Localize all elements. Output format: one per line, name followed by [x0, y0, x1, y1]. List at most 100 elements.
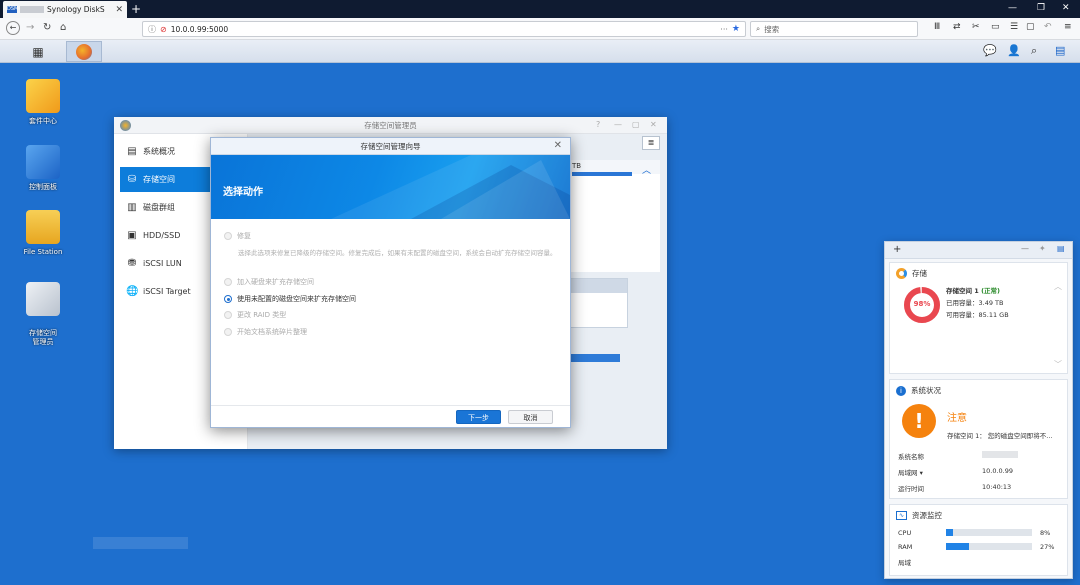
search-box[interactable]: ⌕ 搜索 — [750, 21, 918, 37]
pin-icon[interactable]: ✦ — [1039, 244, 1046, 253]
close-icon[interactable]: ✕ — [554, 140, 562, 151]
option-label: 修复 — [237, 232, 251, 240]
desktop-icon-file-station[interactable]: File Station — [13, 210, 73, 257]
notification-icon[interactable]: 💬 — [983, 44, 997, 57]
radio-add-disk[interactable] — [224, 278, 232, 286]
disk-group-icon: ▥ — [127, 202, 137, 213]
pocket-icon[interactable]: ▢ — [1026, 22, 1035, 32]
browser-tab[interactable]: DSM Synology DiskS ✕ — [3, 1, 127, 18]
insecure-lock-icon: ⊘ — [160, 24, 167, 34]
desktop-icon-label: File Station — [23, 248, 63, 256]
option-defrag[interactable]: 开始文档系统碎片整理 — [224, 327, 307, 337]
desktop-icon-package-center[interactable]: 套件中心 — [13, 79, 73, 126]
sidebar-item-label: 系统概况 — [143, 147, 175, 156]
folder-icon — [26, 210, 60, 244]
system-status-title: i 系统状况 — [896, 385, 941, 396]
option-expand-unallocated[interactable]: 使用未配置的磁盘空间来扩充存储空间 — [224, 294, 356, 304]
maximize-icon[interactable]: ▢ — [632, 120, 640, 129]
address-bar[interactable]: ⓘ ⊘ 10.0.0.99:5000 ··· ★ — [142, 21, 746, 37]
screenshot-icon[interactable]: ✂ — [972, 22, 980, 32]
storage-wizard-dialog: 存储空间管理向导 ✕ 选择动作 修复 选择此选项来修复已降级的存储空间。修复完成… — [210, 137, 571, 428]
storage-widget-title: 存储 — [896, 268, 927, 279]
iscsi-target-icon: 🌐 — [126, 286, 139, 297]
next-button[interactable]: 下一步 — [456, 410, 501, 424]
radio-change-raid[interactable] — [224, 311, 232, 319]
used-value: 3.49 TB — [978, 299, 1004, 307]
usage-percent: 98% — [913, 300, 931, 308]
resource-monitor-title: ∿ 资源监控 — [896, 510, 942, 521]
home-icon[interactable]: ⌂ — [60, 21, 66, 35]
undo-icon[interactable]: ↶ — [1044, 22, 1052, 32]
user-icon[interactable]: 👤 — [1007, 44, 1021, 57]
minimize-window-button[interactable]: — — [1008, 3, 1017, 13]
option-change-raid[interactable]: 更改 RAID 类型 — [224, 310, 286, 320]
control-panel-icon — [26, 145, 60, 179]
collapse-icon[interactable]: ︿ — [642, 163, 651, 176]
uptime-label: 运行时间 — [898, 485, 924, 493]
sidebar-icon[interactable]: ▭ — [991, 22, 1000, 32]
reload-icon[interactable]: ↻ — [43, 21, 51, 35]
blurred-tab-text — [20, 6, 44, 13]
option-add-disk[interactable]: 加入硬盘来扩充存储空间 — [224, 277, 314, 287]
hdd-icon: ▣ — [127, 230, 137, 241]
sidebar-item-label: 存储空间 — [143, 175, 175, 184]
page-actions-icon[interactable]: ··· — [720, 25, 728, 34]
repair-description: 选择此选项来修复已降级的存储空间。修复完成后，如果有未配置的磁盘空间，系统会自动… — [238, 249, 557, 257]
radio-repair[interactable] — [224, 232, 232, 240]
storage-manager-icon — [76, 43, 92, 60]
storage-icon — [896, 268, 907, 279]
menu-icon[interactable]: ≡ — [1064, 22, 1072, 32]
cancel-button[interactable]: 取消 — [508, 410, 553, 424]
add-widget-icon[interactable]: + — [893, 244, 901, 255]
close-window-button[interactable]: ✕ — [1062, 3, 1070, 13]
available-value: 85.11 GB — [978, 311, 1009, 319]
info-icon: i — [896, 385, 906, 396]
sidebar-item-label: iSCSI LUN — [143, 259, 182, 268]
banner-graphic — [331, 155, 570, 219]
tab-title: Synology DiskS — [47, 5, 105, 14]
lan-label[interactable]: 局域网 ▾ — [898, 467, 923, 477]
url-text[interactable]: 10.0.0.99:5000 — [171, 25, 717, 34]
desktop-icon-label: 控制面板 — [29, 183, 57, 191]
capacity-text: TB — [572, 162, 582, 170]
reader-icon[interactable]: ☰ — [1010, 22, 1018, 32]
desktop-icon-storage-manager[interactable]: 存储空间 管理员 — [13, 273, 73, 356]
option-label: 使用未配置的磁盘空间来扩充存储空间 — [237, 295, 356, 303]
disk-table-header — [571, 279, 627, 293]
library-icon[interactable]: Ⅲ — [934, 22, 940, 32]
minimize-icon[interactable]: — — [614, 120, 622, 129]
watermark: 值 什么值得买 — [912, 540, 1072, 574]
taskbar-app-storage-manager[interactable] — [66, 41, 102, 62]
forward-icon[interactable]: → — [26, 21, 34, 35]
radio-defrag[interactable] — [224, 328, 232, 336]
main-menu-button[interactable]: ▦ — [20, 41, 56, 62]
close-tab-icon[interactable]: ✕ — [115, 5, 123, 15]
status-message: 存储空间 1： 您的磁盘空间即将不... — [947, 432, 1053, 440]
system-name-label: 系统名称 — [898, 453, 924, 461]
desktop-icon-label: 套件中心 — [29, 117, 57, 125]
wizard-title: 存储空间管理向导 — [211, 138, 570, 155]
bookmark-star-icon[interactable]: ★ — [732, 24, 740, 34]
option-repair[interactable]: 修复 — [224, 231, 251, 241]
minimize-icon[interactable]: — — [1021, 244, 1029, 253]
sort-icon[interactable]: ≣ — [642, 136, 660, 150]
watermark-text: 什么值得买 — [948, 549, 1029, 568]
widgets-toolbar: + — ✦ ▤ — [885, 242, 1072, 259]
scroll-up-icon[interactable]: ︿ — [1054, 281, 1062, 292]
maximize-window-button[interactable]: ❐ — [1037, 3, 1045, 13]
package-center-icon — [26, 79, 60, 113]
desktop-icon-control-panel[interactable]: 控制面板 — [13, 145, 73, 192]
new-tab-button[interactable]: + — [131, 2, 141, 16]
help-icon[interactable]: ? — [596, 120, 600, 129]
back-icon[interactable]: ← — [6, 21, 20, 35]
disk-table — [570, 278, 628, 328]
sync-icon[interactable]: ⇄ — [953, 22, 961, 32]
close-icon[interactable]: ✕ — [650, 120, 657, 129]
volume-panel: TB ︿ — [570, 160, 660, 272]
widget-settings-icon[interactable]: ▤ — [1057, 244, 1065, 253]
search-icon[interactable]: ⌕ — [1031, 44, 1037, 58]
widgets-toggle-icon[interactable]: ▤ — [1055, 44, 1065, 57]
radio-expand-unallocated[interactable] — [224, 295, 232, 303]
info-icon[interactable]: ⓘ — [148, 24, 156, 35]
scroll-down-icon[interactable]: ﹀ — [1054, 359, 1062, 370]
